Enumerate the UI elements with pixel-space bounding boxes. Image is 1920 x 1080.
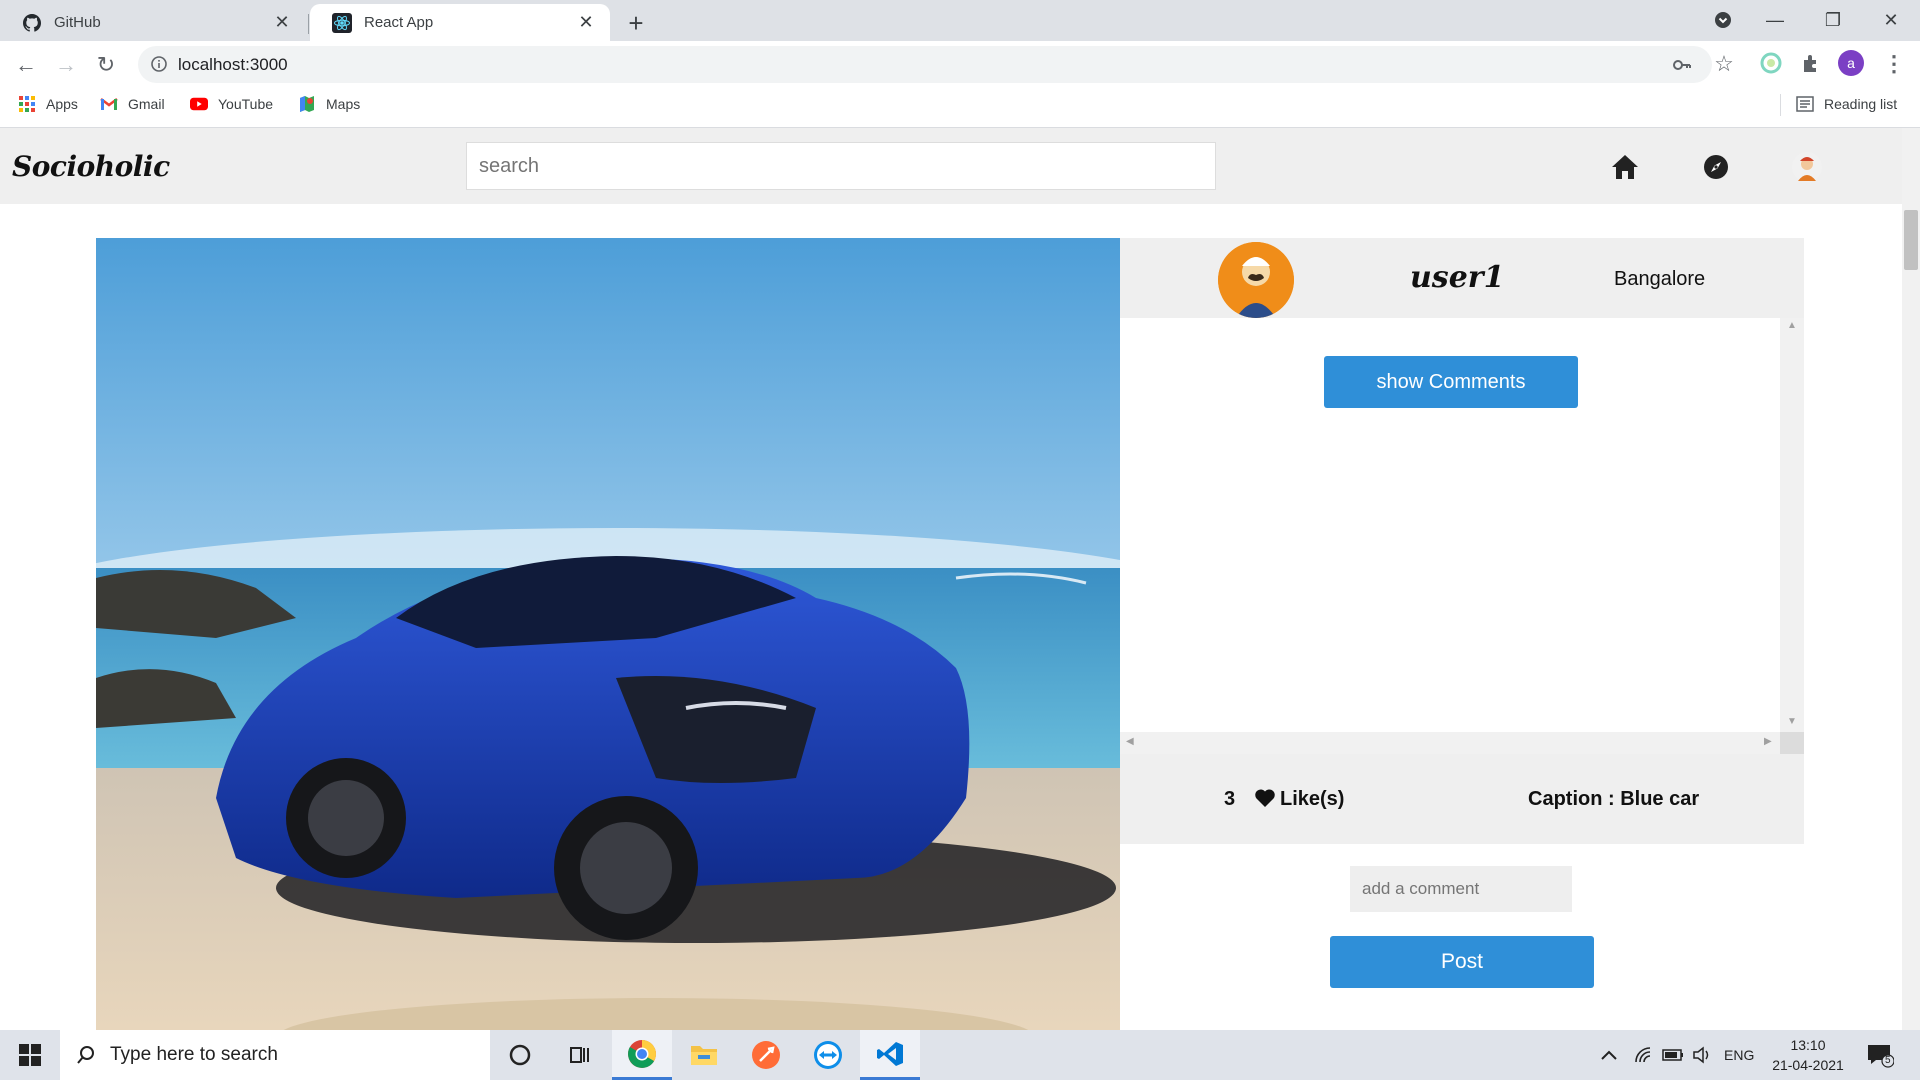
reload-icon[interactable]: ↻ <box>90 49 122 81</box>
post-stats-bar: 3 Like(s) Caption : Blue car <box>1120 754 1804 844</box>
maps-icon <box>298 95 316 113</box>
comments-vertical-scrollbar[interactable]: ▲ ▼ <box>1780 318 1804 732</box>
post-caption: Caption : Blue car <box>1528 788 1700 810</box>
bookmark-label: Maps <box>326 96 361 112</box>
clock[interactable]: 13:10 21-04-2021 <box>1768 1035 1848 1075</box>
url-text: localhost:3000 <box>178 55 288 74</box>
post-image <box>96 238 1120 1030</box>
comments-horizontal-scrollbar[interactable]: ◀ ▶ <box>1120 732 1780 754</box>
file-explorer-icon[interactable] <box>674 1030 734 1080</box>
profile-avatar-icon[interactable]: a <box>1838 50 1864 76</box>
bookmark-apps[interactable]: Apps <box>18 88 78 120</box>
back-arrow-icon[interactable]: ← <box>10 49 42 81</box>
tab-divider <box>308 14 309 34</box>
explore-compass-icon[interactable] <box>1699 150 1733 184</box>
network-icon[interactable] <box>1634 1030 1654 1080</box>
reading-list-button[interactable]: Reading list <box>1796 88 1897 120</box>
scrollbar-corner <box>1780 732 1804 754</box>
bookmark-label: Apps <box>46 96 78 112</box>
windows-taskbar: Type here to search ENG 13:10 21-04-2021… <box>0 1030 1920 1080</box>
bookmark-maps[interactable]: Maps <box>298 88 360 120</box>
close-tab-icon[interactable]: ✕ <box>272 12 292 32</box>
reading-list-icon <box>1796 95 1814 113</box>
bookmark-gmail[interactable]: Gmail <box>100 88 165 120</box>
show-hidden-icons-icon[interactable] <box>1600 1030 1618 1080</box>
postman-icon[interactable] <box>736 1030 796 1080</box>
scroll-down-icon[interactable]: ▼ <box>1787 716 1797 727</box>
taskbar-search-box[interactable]: Type here to search <box>60 1030 490 1080</box>
battery-icon[interactable] <box>1662 1030 1684 1080</box>
new-tab-button[interactable]: + <box>620 8 652 40</box>
bookmark-label: YouTube <box>218 96 274 112</box>
reading-list-label: Reading list <box>1824 96 1898 112</box>
page-scrollbar-thumb[interactable] <box>1904 210 1918 270</box>
search-input[interactable] <box>466 142 1216 190</box>
taskbar-search-placeholder: Type here to search <box>110 1044 278 1065</box>
show-comments-button[interactable]: show Comments <box>1324 356 1578 408</box>
apps-grid-icon <box>18 95 36 113</box>
language-indicator[interactable]: ENG <box>1724 1030 1754 1080</box>
user-avatar[interactable] <box>1218 242 1294 318</box>
bookmarks-divider <box>1780 94 1781 116</box>
forward-arrow-icon[interactable]: → <box>50 49 82 81</box>
heart-icon[interactable] <box>1254 788 1276 810</box>
bookmark-label: Gmail <box>128 96 165 112</box>
gmail-icon <box>100 95 118 113</box>
search-icon <box>76 1045 96 1065</box>
bookmark-star-icon[interactable]: ☆ <box>1708 48 1740 80</box>
post-comment-button[interactable]: Post <box>1330 936 1594 988</box>
notifications-icon[interactable]: 5 <box>1866 1030 1894 1080</box>
notification-count: 5 <box>1885 1055 1891 1066</box>
cortana-icon[interactable] <box>490 1030 550 1080</box>
site-info-icon[interactable] <box>150 55 168 73</box>
extension-icon[interactable] <box>1760 52 1782 74</box>
comment-input[interactable] <box>1350 866 1572 912</box>
app-header: Socioholic <box>0 128 1902 204</box>
key-icon[interactable] <box>1672 55 1692 80</box>
teamviewer-icon[interactable] <box>798 1030 858 1080</box>
browser-tab-strip: GitHub ✕ React App ✕ + — ❐ ✕ <box>0 0 1920 41</box>
restore-icon[interactable]: ❐ <box>1810 4 1856 36</box>
app-logo[interactable]: Socioholic <box>12 150 170 183</box>
post-details-panel: user1 Bangalore show Comments ▲ ▼ ◀ ▶ 3 … <box>1120 238 1804 1030</box>
tab-github[interactable]: GitHub ✕ <box>0 4 306 41</box>
tab-react-app[interactable]: React App ✕ <box>310 4 610 41</box>
browser-toolbar: ← → ↻ localhost:3000 ☆ a ⋮ <box>0 41 1920 88</box>
vscode-icon[interactable] <box>860 1030 920 1080</box>
minimize-icon[interactable]: — <box>1752 4 1798 36</box>
clock-time: 13:10 <box>1790 1037 1826 1053</box>
react-icon <box>332 12 352 33</box>
scroll-right-icon[interactable]: ▶ <box>1764 736 1772 747</box>
task-view-icon[interactable] <box>550 1030 610 1080</box>
youtube-icon <box>190 95 208 113</box>
post-header: user1 Bangalore <box>1120 238 1804 318</box>
likes-count: 3 <box>1224 788 1236 810</box>
bookmark-youtube[interactable]: YouTube <box>190 88 273 120</box>
chrome-taskbar-icon[interactable] <box>612 1030 672 1080</box>
post-username[interactable]: user1 <box>1410 260 1504 295</box>
profile-avatar-icon[interactable] <box>1790 150 1824 184</box>
home-icon[interactable] <box>1608 150 1642 184</box>
scroll-up-icon[interactable]: ▲ <box>1787 320 1797 331</box>
bookmarks-bar: Apps Gmail YouTube Maps Reading list <box>0 88 1920 128</box>
github-icon <box>22 13 42 33</box>
post-location: Bangalore <box>1614 268 1706 290</box>
windows-start-icon[interactable] <box>0 1030 60 1080</box>
scroll-left-icon[interactable]: ◀ <box>1126 736 1134 747</box>
likes-label: Like(s) <box>1280 788 1345 810</box>
close-tab-icon[interactable]: ✕ <box>576 12 596 32</box>
clock-date: 21-04-2021 <box>1772 1057 1844 1073</box>
tab-search-icon[interactable] <box>1700 4 1746 36</box>
chrome-menu-icon[interactable]: ⋮ <box>1878 48 1910 80</box>
volume-icon[interactable] <box>1692 1030 1712 1080</box>
extensions-puzzle-icon[interactable] <box>1800 52 1822 74</box>
tab-title: GitHub <box>54 14 101 31</box>
address-bar[interactable]: localhost:3000 <box>138 46 1712 83</box>
close-window-icon[interactable]: ✕ <box>1868 4 1914 36</box>
tab-title: React App <box>364 14 434 31</box>
